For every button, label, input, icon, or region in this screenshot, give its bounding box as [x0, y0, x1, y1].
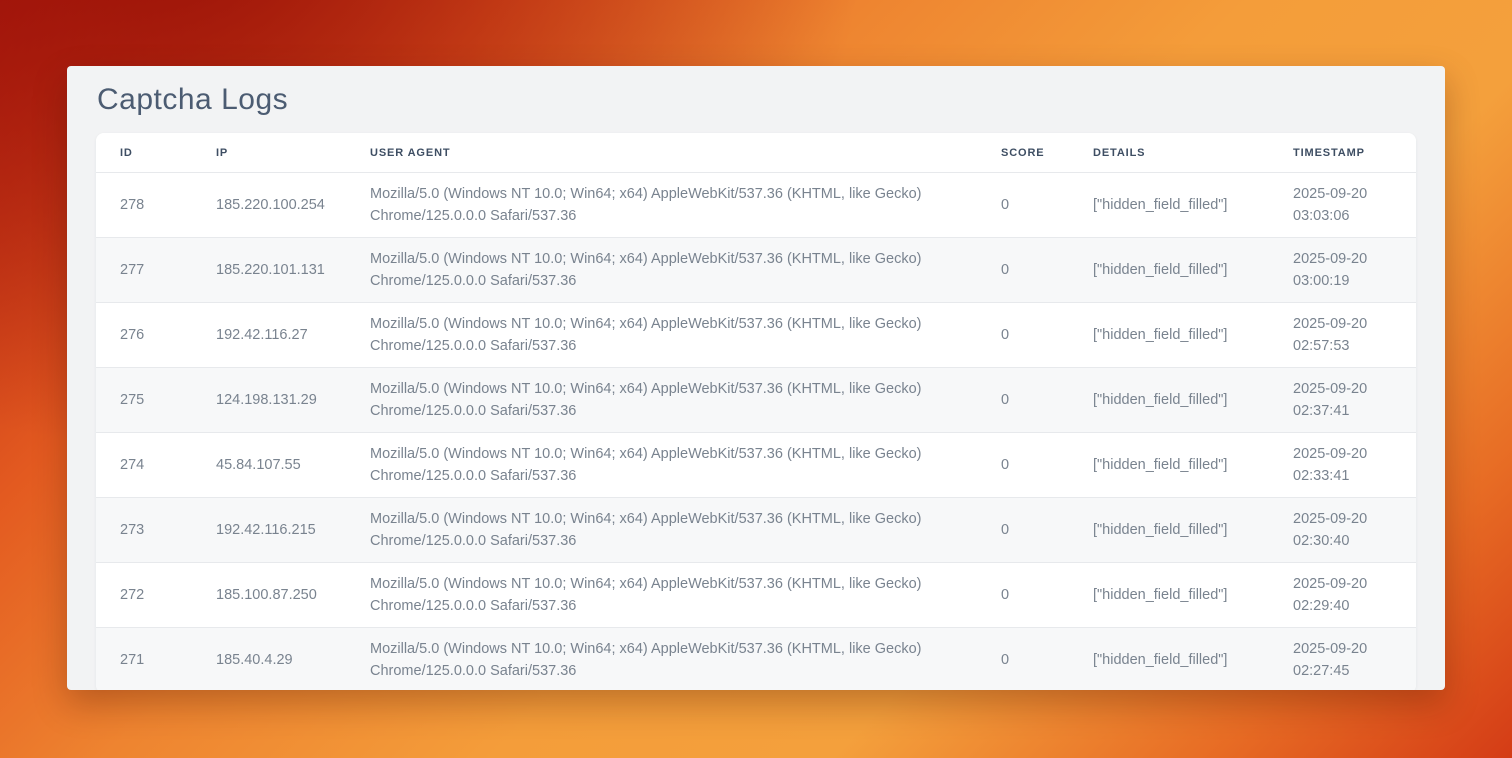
cell-ip: 185.100.87.250 [192, 563, 346, 628]
cell-ip: 185.40.4.29 [192, 628, 346, 691]
table-row: 273 192.42.116.215 Mozilla/5.0 (Windows … [96, 498, 1416, 563]
column-header-ip: IP [192, 133, 346, 173]
cell-score: 0 [977, 173, 1069, 238]
cell-details: ["hidden_field_filled"] [1069, 368, 1269, 433]
cell-ip: 185.220.100.254 [192, 173, 346, 238]
cell-score: 0 [977, 498, 1069, 563]
cell-ip: 185.220.101.131 [192, 238, 346, 303]
cell-id: 278 [96, 173, 192, 238]
cell-user-agent: Mozilla/5.0 (Windows NT 10.0; Win64; x64… [346, 368, 977, 433]
page-background: { "page": { "title": "Captcha Logs" }, "… [0, 0, 1512, 758]
column-header-details: DETAILS [1069, 133, 1269, 173]
table-row: 274 45.84.107.55 Mozilla/5.0 (Windows NT… [96, 433, 1416, 498]
column-header-id: ID [96, 133, 192, 173]
cell-ip: 192.42.116.215 [192, 498, 346, 563]
table-header-row: ID IP USER AGENT SCORE DETAILS TIMESTAMP [96, 133, 1416, 173]
cell-id: 274 [96, 433, 192, 498]
cell-user-agent: Mozilla/5.0 (Windows NT 10.0; Win64; x64… [346, 173, 977, 238]
cell-ip: 192.42.116.27 [192, 303, 346, 368]
cell-timestamp: 2025-09-20 02:57:53 [1269, 303, 1416, 368]
cell-id: 276 [96, 303, 192, 368]
cell-user-agent: Mozilla/5.0 (Windows NT 10.0; Win64; x64… [346, 563, 977, 628]
table-row: 271 185.40.4.29 Mozilla/5.0 (Windows NT … [96, 628, 1416, 691]
table-body: 278 185.220.100.254 Mozilla/5.0 (Windows… [96, 173, 1416, 691]
cell-details: ["hidden_field_filled"] [1069, 173, 1269, 238]
cell-id: 271 [96, 628, 192, 691]
captcha-logs-card: Captcha Logs ID IP USER AGENT SCORE DETA… [67, 66, 1445, 690]
cell-details: ["hidden_field_filled"] [1069, 433, 1269, 498]
logs-table-container: ID IP USER AGENT SCORE DETAILS TIMESTAMP… [96, 133, 1416, 690]
cell-timestamp: 2025-09-20 02:29:40 [1269, 563, 1416, 628]
column-header-score: SCORE [977, 133, 1069, 173]
cell-score: 0 [977, 303, 1069, 368]
cell-details: ["hidden_field_filled"] [1069, 498, 1269, 563]
cell-timestamp: 2025-09-20 03:00:19 [1269, 238, 1416, 303]
table-row: 278 185.220.100.254 Mozilla/5.0 (Windows… [96, 173, 1416, 238]
cell-user-agent: Mozilla/5.0 (Windows NT 10.0; Win64; x64… [346, 628, 977, 691]
cell-id: 277 [96, 238, 192, 303]
cell-user-agent: Mozilla/5.0 (Windows NT 10.0; Win64; x64… [346, 238, 977, 303]
table-row: 272 185.100.87.250 Mozilla/5.0 (Windows … [96, 563, 1416, 628]
table-row: 277 185.220.101.131 Mozilla/5.0 (Windows… [96, 238, 1416, 303]
cell-details: ["hidden_field_filled"] [1069, 238, 1269, 303]
cell-timestamp: 2025-09-20 02:27:45 [1269, 628, 1416, 691]
table-row: 276 192.42.116.27 Mozilla/5.0 (Windows N… [96, 303, 1416, 368]
cell-score: 0 [977, 628, 1069, 691]
cell-score: 0 [977, 433, 1069, 498]
cell-ip: 45.84.107.55 [192, 433, 346, 498]
cell-score: 0 [977, 563, 1069, 628]
table-row: 275 124.198.131.29 Mozilla/5.0 (Windows … [96, 368, 1416, 433]
column-header-user-agent: USER AGENT [346, 133, 977, 173]
cell-id: 273 [96, 498, 192, 563]
cell-details: ["hidden_field_filled"] [1069, 563, 1269, 628]
cell-timestamp: 2025-09-20 02:30:40 [1269, 498, 1416, 563]
cell-timestamp: 2025-09-20 03:03:06 [1269, 173, 1416, 238]
cell-details: ["hidden_field_filled"] [1069, 628, 1269, 691]
column-header-timestamp: TIMESTAMP [1269, 133, 1416, 173]
cell-user-agent: Mozilla/5.0 (Windows NT 10.0; Win64; x64… [346, 433, 977, 498]
cell-id: 272 [96, 563, 192, 628]
page-title: Captcha Logs [97, 83, 1416, 117]
cell-user-agent: Mozilla/5.0 (Windows NT 10.0; Win64; x64… [346, 303, 977, 368]
cell-user-agent: Mozilla/5.0 (Windows NT 10.0; Win64; x64… [346, 498, 977, 563]
cell-timestamp: 2025-09-20 02:37:41 [1269, 368, 1416, 433]
cell-ip: 124.198.131.29 [192, 368, 346, 433]
table-header: ID IP USER AGENT SCORE DETAILS TIMESTAMP [96, 133, 1416, 173]
cell-details: ["hidden_field_filled"] [1069, 303, 1269, 368]
cell-timestamp: 2025-09-20 02:33:41 [1269, 433, 1416, 498]
cell-id: 275 [96, 368, 192, 433]
cell-score: 0 [977, 368, 1069, 433]
cell-score: 0 [977, 238, 1069, 303]
logs-table: ID IP USER AGENT SCORE DETAILS TIMESTAMP… [96, 133, 1416, 690]
